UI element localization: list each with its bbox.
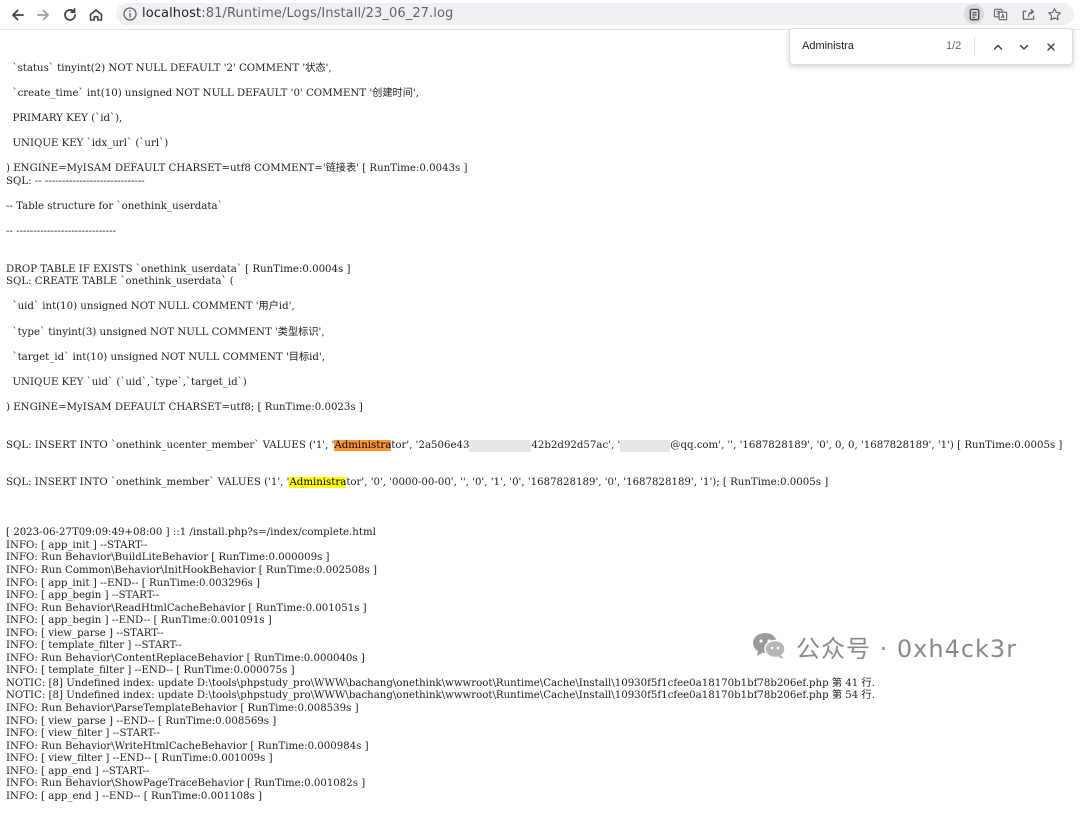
log-lines-top: `status` tinyint(2) NOT NULL DEFAULT '2'… — [6, 63, 1076, 414]
log-text: @qq.com', '', '1687828189', '0', 0, 0, '… — [670, 439, 1063, 451]
home-button[interactable] — [86, 5, 106, 25]
log-text: tor', '2a506e43 — [391, 439, 470, 451]
find-bar: 1/2 — [789, 28, 1073, 65]
find-next-button[interactable] — [1015, 38, 1033, 56]
log-line: INFO: Run Behavior\ReadHtmlCacheBehavior… — [6, 602, 367, 614]
log-line: INFO: [ template_filter ] --END-- [ RunT… — [6, 665, 295, 677]
log-line: INFO: [ app_end ] --END-- [ RunTime:0.00… — [6, 790, 262, 802]
find-input[interactable] — [802, 29, 932, 64]
find-match-count: 1/2 — [946, 40, 962, 52]
log-line: INFO: [ app_init ] --END-- [ RunTime:0.0… — [6, 577, 261, 589]
redacted-region — [469, 439, 532, 453]
url-host: localhost — [142, 6, 202, 21]
bookmark-star-icon — [1047, 7, 1061, 20]
bookmark-button[interactable] — [1044, 4, 1064, 24]
log-line: INFO: Run Behavior\WriteHtmlCacheBehavio… — [6, 740, 369, 752]
log-line: INFO: [ app_begin ] --START-- — [6, 590, 160, 602]
url-path: :81/Runtime/Logs/Install/23_06_27.log — [201, 6, 454, 21]
log-line: -- ----------------------------- — [6, 226, 116, 238]
translate-icon — [993, 8, 1007, 20]
log-line: `target_id` int(10) unsigned NOT NULL CO… — [6, 351, 325, 363]
chevron-up-icon — [993, 44, 1003, 50]
find-bar-divider — [974, 37, 975, 56]
log-line: PRIMARY KEY (`id`), — [6, 113, 123, 125]
reading-mode-button[interactable] — [964, 4, 984, 24]
log-text: SQL: INSERT INTO `onethink_ucenter_membe… — [6, 439, 335, 451]
log-line: INFO: [ view_filter ] --END-- [ RunTime:… — [6, 753, 273, 765]
back-button[interactable] — [8, 5, 28, 25]
info-icon[interactable] — [122, 6, 138, 22]
log-text: 42b2d92d57ac', ' — [531, 439, 621, 451]
log-line: NOTIC: [8] Undefined index: update D:\to… — [6, 677, 875, 689]
log-line: `create_time` int(10) unsigned NOT NULL … — [6, 88, 419, 100]
close-icon — [1047, 43, 1055, 51]
log-line: INFO: Run Common\Behavior\InitHookBehavi… — [6, 564, 377, 576]
log-line-sql-insert-member: SQL: INSERT INTO `onethink_member` VALUE… — [6, 477, 1076, 490]
wechat-icon — [753, 633, 786, 659]
log-line: [ 2023-06-27T09:09:49+08:00 ] ::1 /insta… — [6, 527, 376, 539]
forward-button[interactable] — [33, 5, 53, 25]
reload-icon — [64, 8, 76, 21]
address-bar[interactable]: localhost:81/Runtime/Logs/Install/23_06_… — [116, 3, 1074, 25]
log-line: INFO: Run Behavior\ShowPageTraceBehavior… — [6, 778, 366, 790]
translate-button[interactable] — [990, 4, 1010, 24]
log-line: SQL: CREATE TABLE `onethink_userdata` ( — [6, 276, 234, 288]
find-match-current: Administra — [334, 439, 392, 451]
log-line: NOTIC: [8] Undefined index: update D:\to… — [6, 690, 875, 702]
log-line: DROP TABLE IF EXISTS `onethink_userdata`… — [6, 263, 351, 275]
log-line: INFO: [ view_parse ] --END-- [ RunTime:0… — [6, 715, 277, 727]
home-icon — [89, 9, 103, 21]
watermark-text: 公众号 · 0xh4ck3r — [796, 634, 1018, 663]
chevron-down-icon — [1019, 44, 1029, 50]
log-line: ) ENGINE=MyISAM DEFAULT CHARSET=utf8; [ … — [6, 401, 363, 413]
log-line: INFO: [ app_init ] --START-- — [6, 539, 148, 551]
log-line: UNIQUE KEY `idx_url` (`url`) — [6, 138, 169, 150]
reading-mode-icon — [969, 8, 979, 20]
log-text: SQL: INSERT INTO `onethink_member` VALUE… — [6, 477, 290, 489]
watermark: 公众号 · 0xh4ck3r — [752, 626, 1017, 666]
log-line: ) ENGINE=MyISAM DEFAULT CHARSET=utf8 COM… — [6, 163, 468, 175]
back-icon — [12, 9, 24, 21]
url-text[interactable]: localhost:81/Runtime/Logs/Install/23_06_… — [142, 3, 453, 25]
log-line: INFO: [ app_end ] --START-- — [6, 765, 150, 777]
log-text: tor', '0', '0000-00-00', '', '0', '1', '… — [346, 477, 829, 489]
log-line-sql-insert-ucenter: SQL: INSERT INTO `onethink_ucenter_membe… — [6, 439, 1076, 453]
log-line: -- Table structure for `onethink_userdat… — [6, 201, 223, 213]
share-icon — [1022, 8, 1034, 20]
log-line: `uid` int(10) unsigned NOT NULL COMMENT … — [6, 301, 295, 313]
share-button[interactable] — [1018, 4, 1038, 24]
log-line: SQL: -- ----------------------------- — [6, 176, 145, 188]
find-match: Administra — [289, 477, 347, 489]
forward-icon — [37, 9, 49, 21]
reload-button[interactable] — [60, 5, 80, 25]
find-close-button[interactable] — [1042, 38, 1060, 56]
log-line: INFO: [ view_filter ] --START-- — [6, 728, 160, 740]
redacted-region — [620, 439, 671, 453]
log-line: INFO: Run Behavior\BuildLiteBehavior [ R… — [6, 552, 330, 564]
log-content: `status` tinyint(2) NOT NULL DEFAULT '2'… — [6, 38, 1076, 816]
log-line: `type` tinyint(3) unsigned NOT NULL COMM… — [6, 326, 325, 338]
find-previous-button[interactable] — [989, 38, 1007, 56]
log-line: INFO: Run Behavior\ParseTemplateBehavior… — [6, 702, 359, 714]
browser-toolbar: localhost:81/Runtime/Logs/Install/23_06_… — [0, 0, 1080, 30]
log-line: UNIQUE KEY `uid` (`uid`,`type`,`target_i… — [6, 376, 247, 388]
